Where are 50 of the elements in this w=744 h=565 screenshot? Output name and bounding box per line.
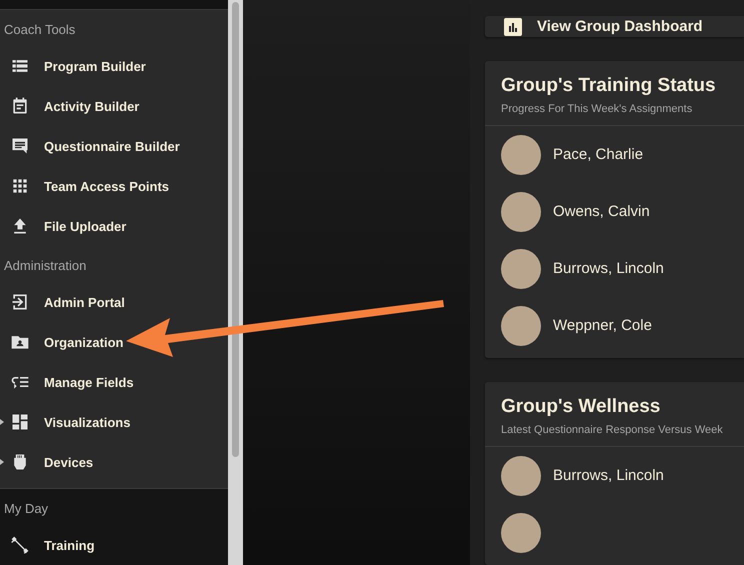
dashboard-button-label: View Group Dashboard xyxy=(537,18,703,35)
sidebar-item[interactable]: Devices xyxy=(0,442,228,482)
scrollbar-track[interactable] xyxy=(228,0,243,565)
sidebar-item-label: Activity Builder xyxy=(44,98,140,114)
athlete-name[interactable]: Burrows, Lincoln xyxy=(553,467,664,484)
scrollbar-thumb[interactable] xyxy=(232,2,239,457)
avatar-placeholder xyxy=(501,248,541,288)
sidebar-item-label: Visualizations xyxy=(44,414,130,430)
expand-caret-icon[interactable] xyxy=(0,459,4,465)
sidebar-item[interactable]: Admin Portal xyxy=(0,282,228,322)
card-title: Group's Wellness xyxy=(501,396,662,418)
athlete-name[interactable]: Burrows, Lincoln xyxy=(553,260,664,277)
sidebar-item[interactable]: Visualizations xyxy=(0,402,228,442)
sidebar-item-label: Organization xyxy=(44,334,124,350)
sidebar-item[interactable]: Questionnaire Builder xyxy=(0,126,228,166)
avatar-placeholder xyxy=(501,512,541,552)
athlete-name[interactable]: Owens, Calvin xyxy=(553,203,650,220)
athlete-name[interactable]: Weppner, Cole xyxy=(553,317,652,334)
card-subtitle: Progress For This Week's Assignments xyxy=(501,103,694,115)
card-title: Group's Training Status xyxy=(501,75,717,97)
sidebar-item-label: Devices xyxy=(44,454,94,470)
avatar-placeholder xyxy=(501,192,541,232)
sidebar-item-label: Program Builder xyxy=(44,58,146,74)
dashboard-button[interactable]: View Group Dashboard xyxy=(485,16,744,37)
athlete-name[interactable]: Pace, Charlie xyxy=(553,146,644,163)
sidebar-item[interactable]: Activity Builder xyxy=(0,86,228,126)
sidebar-item[interactable]: File Uploader xyxy=(0,206,228,246)
section-heading: My Day xyxy=(3,501,50,518)
sidebar-item-label: Questionnaire Builder xyxy=(44,138,180,154)
sidebar-item[interactable]: Training xyxy=(0,525,228,565)
sidebar-item-label: Admin Portal xyxy=(44,294,125,310)
dashboard-icon xyxy=(10,412,30,432)
dumbbell-icon xyxy=(10,535,30,555)
sidebar-item-label: File Uploader xyxy=(44,218,126,234)
expand-caret-icon[interactable] xyxy=(0,419,4,425)
sidebar-item[interactable]: Program Builder xyxy=(0,46,228,86)
section-heading: Administration xyxy=(3,258,88,275)
sidebar-item[interactable]: Team Access Points xyxy=(0,166,228,206)
section-heading: Coach Tools xyxy=(3,22,76,39)
avatar-placeholder xyxy=(501,456,541,496)
sidebar-item[interactable]: Manage Fields xyxy=(0,362,228,402)
comment-icon xyxy=(10,136,30,156)
sidebar-item-label: Manage Fields xyxy=(44,374,134,390)
sidebar-item-label: Team Access Points xyxy=(44,178,169,194)
sidebar-item-label: Training xyxy=(44,538,95,552)
card-subtitle: Latest Questionnaire Response Versus Week xyxy=(501,424,724,436)
avatar-placeholder xyxy=(501,134,541,174)
avatar-placeholder xyxy=(501,306,541,346)
sidebar-item[interactable]: Organization xyxy=(0,322,228,362)
bar-chart-icon xyxy=(504,18,522,36)
